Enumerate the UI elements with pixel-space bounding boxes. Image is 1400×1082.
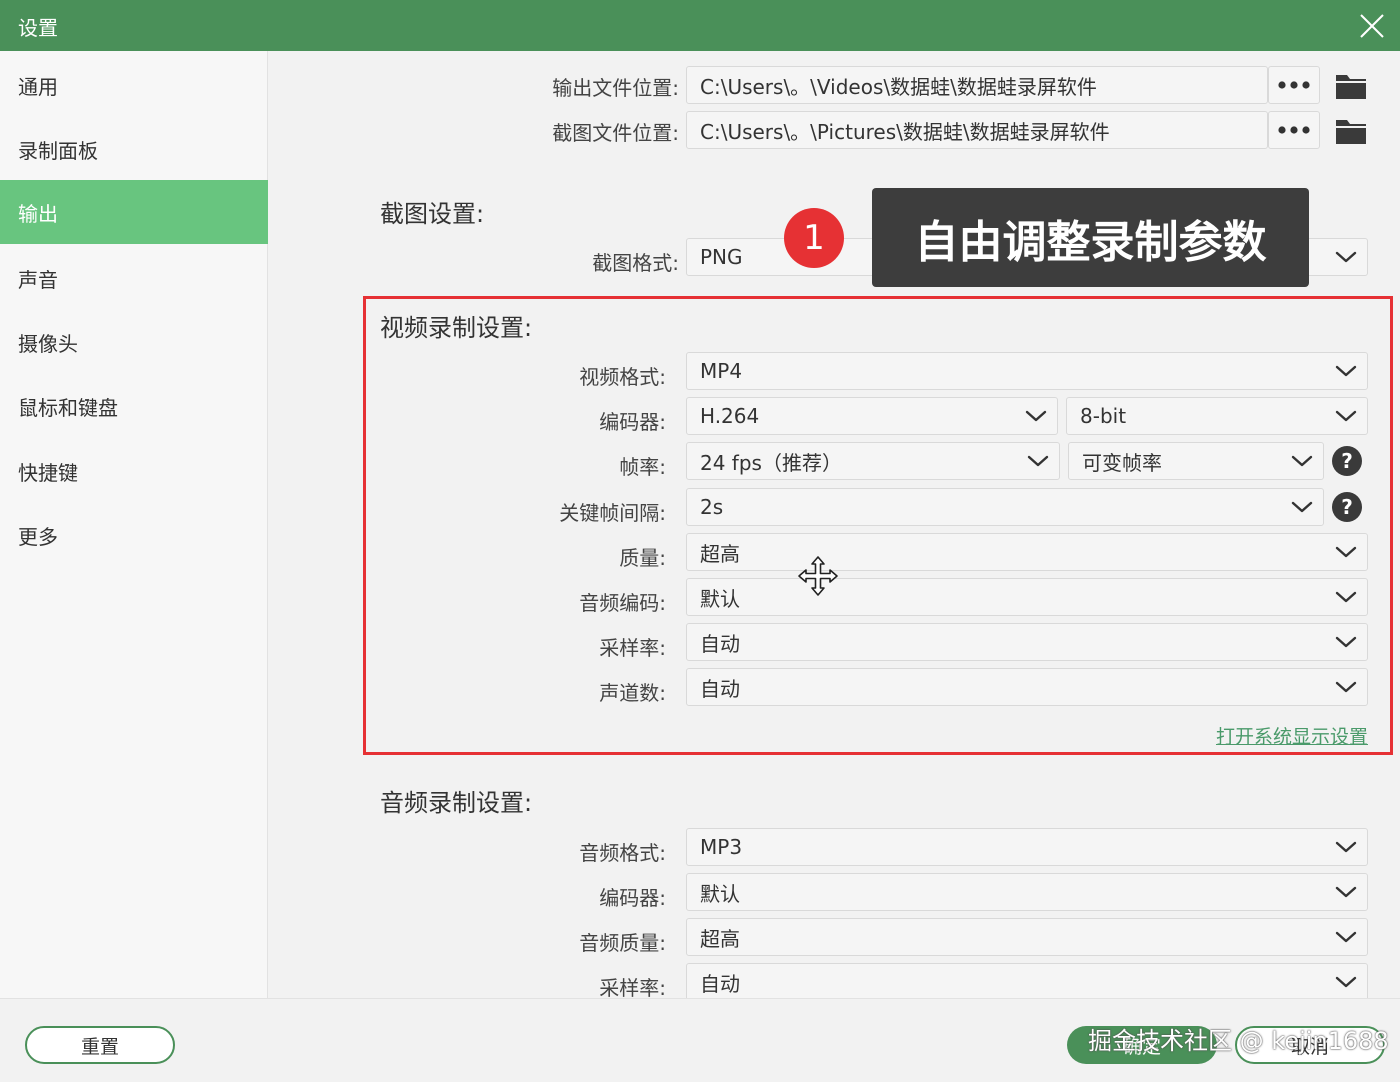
chevron-down-icon: [1335, 678, 1357, 696]
chevron-down-icon: [1335, 838, 1357, 856]
sidebar-item-label: 更多: [18, 524, 58, 549]
framerate-select[interactable]: 24 fps（推荐）: [686, 442, 1060, 480]
video-encoder-select[interactable]: H.264: [686, 397, 1058, 435]
video-quality-label: 质量:: [619, 546, 666, 570]
screenshot-path-label: 截图文件位置:: [552, 121, 679, 145]
sidebar-item-label: 录制面板: [18, 138, 98, 163]
chevron-down-icon: [1335, 543, 1357, 561]
video-encoder-label: 编码器:: [599, 410, 666, 434]
title-bar: 设置: [0, 0, 1400, 51]
chevron-down-icon: [1335, 407, 1357, 425]
chevron-down-icon: [1291, 452, 1313, 470]
chevron-down-icon: [1335, 633, 1357, 651]
screenshot-path-input[interactable]: C:\Users\。\Pictures\数据蛙\数据蛙录屏软件: [686, 111, 1268, 149]
audio-format-label: 音频格式:: [579, 841, 666, 865]
close-button[interactable]: [1344, 0, 1400, 51]
framerate-mode-select[interactable]: 可变帧率: [1068, 442, 1324, 480]
video-sample-rate-select[interactable]: 自动: [686, 623, 1368, 661]
chevron-down-icon: [1335, 248, 1357, 266]
sidebar: 通用 录制面板 输出 声音 摄像头 鼠标和键盘 快捷键 更多: [0, 51, 268, 998]
chevron-down-icon: [1335, 928, 1357, 946]
framerate-label: 帧率:: [619, 455, 666, 479]
step-badge: 1: [784, 208, 844, 268]
video-path-input[interactable]: C:\Users\。\Videos\数据蛙\数据蛙录屏软件: [686, 66, 1268, 104]
video-format-label: 视频格式:: [579, 365, 666, 389]
more-dots-icon: [1277, 125, 1311, 135]
video-path-label: 输出文件位置:: [552, 76, 679, 100]
close-icon: [1360, 13, 1384, 38]
sidebar-item-shortcuts[interactable]: 快捷键: [0, 439, 268, 503]
sidebar-item-camera[interactable]: 摄像头: [0, 310, 268, 374]
audio-settings-title: 音频录制设置:: [380, 789, 533, 817]
chevron-down-icon: [1335, 883, 1357, 901]
cancel-button[interactable]: 取消: [1235, 1026, 1385, 1064]
chevron-down-icon: [1025, 407, 1047, 425]
sidebar-item-label: 摄像头: [18, 331, 78, 356]
video-quality-select[interactable]: 超高: [686, 533, 1368, 571]
audio-quality-label: 音频质量:: [579, 931, 666, 955]
more-dots-icon: [1277, 80, 1311, 90]
window-title: 设置: [18, 16, 58, 40]
chevron-down-icon: [1335, 973, 1357, 991]
keyframe-interval-select[interactable]: 2s: [686, 488, 1324, 526]
bit-depth-select[interactable]: 8-bit: [1066, 397, 1368, 435]
audio-format-select[interactable]: MP3: [686, 828, 1368, 866]
reset-button[interactable]: 重置: [25, 1026, 175, 1064]
video-audio-codec-select[interactable]: 默认: [686, 578, 1368, 616]
screenshot-format-label: 截图格式:: [592, 251, 679, 275]
audio-encoder-label: 编码器:: [599, 886, 666, 910]
sidebar-item-label: 通用: [18, 74, 58, 99]
sidebar-item-output[interactable]: 输出: [0, 180, 268, 244]
audio-sample-rate-label: 采样率:: [599, 976, 666, 1000]
video-settings-title: 视频录制设置:: [380, 314, 533, 342]
sidebar-item-mouse-keyboard[interactable]: 鼠标和键盘: [0, 374, 268, 438]
footer-bar: 重置 确定 取消 掘金技术社区 @ kejin1688: [0, 998, 1400, 1082]
audio-quality-select[interactable]: 超高: [686, 918, 1368, 956]
video-sample-rate-label: 采样率:: [599, 636, 666, 660]
sidebar-item-recording-panel[interactable]: 录制面板: [0, 117, 268, 181]
video-format-select[interactable]: MP4: [686, 352, 1368, 390]
sidebar-item-label: 鼠标和键盘: [18, 395, 118, 420]
open-screenshot-folder-icon[interactable]: [1334, 116, 1368, 146]
screenshot-settings-title: 截图设置:: [380, 200, 485, 228]
sidebar-item-label: 声音: [18, 267, 58, 292]
browse-screenshot-path-button[interactable]: [1268, 111, 1320, 149]
annotation-callout: 自由调整录制参数: [872, 188, 1309, 287]
sidebar-item-label: 快捷键: [18, 460, 78, 485]
framerate-help-icon[interactable]: ?: [1332, 446, 1362, 476]
chevron-down-icon: [1027, 452, 1049, 470]
keyframe-help-icon[interactable]: ?: [1332, 492, 1362, 522]
video-channels-select[interactable]: 自动: [686, 668, 1368, 706]
keyframe-interval-label: 关键帧间隔:: [559, 501, 666, 525]
sidebar-item-sound[interactable]: 声音: [0, 246, 268, 310]
audio-encoder-select[interactable]: 默认: [686, 873, 1368, 911]
sidebar-item-label: 输出: [18, 201, 58, 226]
sidebar-item-general[interactable]: 通用: [0, 53, 268, 117]
open-display-settings-link[interactable]: 打开系统显示设置: [1216, 722, 1368, 749]
browse-video-path-button[interactable]: [1268, 66, 1320, 104]
chevron-down-icon: [1335, 588, 1357, 606]
chevron-down-icon: [1335, 362, 1357, 380]
audio-sample-rate-select[interactable]: 自动: [686, 963, 1368, 1001]
video-channels-label: 声道数:: [599, 681, 666, 705]
sidebar-item-more[interactable]: 更多: [0, 503, 268, 567]
chevron-down-icon: [1291, 498, 1313, 516]
video-audio-codec-label: 音频编码:: [579, 591, 666, 615]
ok-button[interactable]: 确定: [1067, 1026, 1217, 1064]
open-video-folder-icon[interactable]: [1334, 71, 1368, 101]
